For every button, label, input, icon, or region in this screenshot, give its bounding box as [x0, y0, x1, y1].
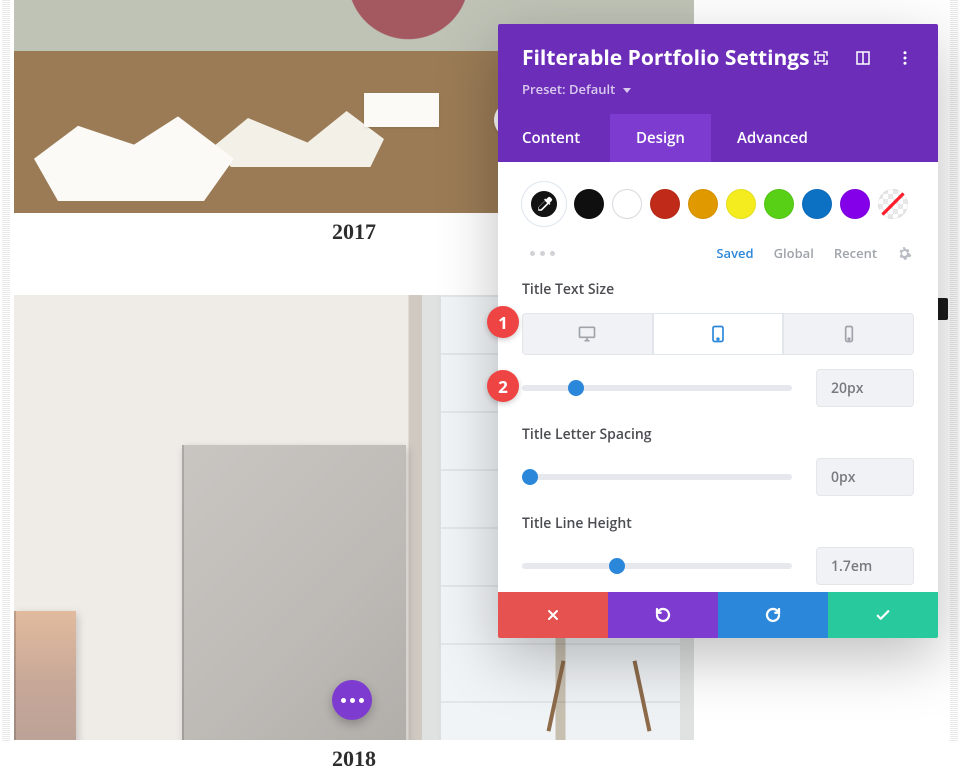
annotation-badge-1: 1	[487, 306, 519, 338]
preset-label: Preset:	[522, 80, 566, 98]
kebab-icon[interactable]	[896, 49, 914, 67]
color-swatch-black[interactable]	[574, 189, 604, 219]
more-dots-icon[interactable]	[530, 251, 555, 256]
rail-left	[2, 0, 10, 742]
colors-saved-link[interactable]: Saved	[716, 244, 753, 262]
preset-selector[interactable]: Preset: Default	[522, 80, 914, 98]
settings-panel: Filterable Portfolio Settings Preset: De…	[498, 24, 938, 638]
eyedropper-icon	[535, 195, 553, 213]
panel-title: Filterable Portfolio Settings	[522, 44, 812, 72]
check-icon	[874, 606, 892, 624]
panel-footer	[498, 592, 938, 638]
panel-header[interactable]: Filterable Portfolio Settings Preset: De…	[498, 24, 938, 114]
tab-design[interactable]: Design	[610, 114, 711, 162]
field-label: Title Line Height	[522, 514, 914, 533]
desktop-icon	[577, 324, 597, 344]
gear-icon[interactable]	[897, 246, 912, 261]
device-tablet[interactable]	[653, 313, 784, 355]
rail-right	[950, 0, 958, 742]
color-swatch-yellow[interactable]	[726, 189, 756, 219]
responsive-device-tabs	[522, 313, 914, 355]
field-title-letter-spacing: Title Letter Spacing 0px	[522, 425, 914, 496]
color-swatch-picker[interactable]	[522, 182, 566, 226]
color-swatch-transparent[interactable]	[878, 189, 908, 219]
decor	[364, 93, 439, 127]
tab-content[interactable]: Content	[498, 114, 610, 162]
save-button[interactable]	[828, 592, 938, 638]
cancel-button[interactable]	[498, 592, 608, 638]
undo-icon	[654, 606, 672, 624]
expand-icon[interactable]	[812, 49, 830, 67]
letter-spacing-slider[interactable]	[522, 469, 792, 485]
portfolio-caption-2018: 2018	[14, 746, 694, 772]
redo-icon	[764, 606, 782, 624]
field-label: Title Letter Spacing	[522, 425, 914, 444]
color-swatches	[522, 182, 914, 226]
text-size-slider[interactable]	[522, 380, 792, 396]
letter-spacing-value[interactable]: 0px	[816, 458, 914, 496]
tablet-icon	[708, 324, 728, 344]
redo-button[interactable]	[718, 592, 828, 638]
decor	[34, 107, 234, 201]
color-swatch-white[interactable]	[612, 189, 642, 219]
undo-button[interactable]	[608, 592, 718, 638]
annotation-badge-2: 2	[487, 370, 519, 402]
device-phone[interactable]	[783, 313, 914, 355]
panel-body: Saved Global Recent Title Text Size	[498, 162, 938, 592]
field-title-line-height: Title Line Height 1.7em	[522, 514, 914, 585]
color-swatch-purple[interactable]	[840, 189, 870, 219]
phone-icon	[839, 324, 859, 344]
device-desktop[interactable]	[522, 313, 653, 355]
close-icon	[545, 607, 561, 623]
tab-advanced[interactable]: Advanced	[711, 114, 834, 162]
decor-canvas	[14, 611, 76, 740]
line-height-slider[interactable]	[522, 558, 792, 574]
snap-icon[interactable]	[854, 49, 872, 67]
text-size-value[interactable]: 20px	[816, 369, 914, 407]
module-options-fab[interactable]	[332, 680, 372, 720]
field-title-text-size: Title Text Size 20px	[522, 280, 914, 407]
color-swatch-green[interactable]	[764, 189, 794, 219]
preset-value: Default	[569, 80, 615, 98]
decor-stool	[544, 646, 654, 732]
colors-global-link[interactable]: Global	[774, 244, 814, 262]
line-height-value[interactable]: 1.7em	[816, 547, 914, 585]
color-swatch-orange[interactable]	[688, 189, 718, 219]
swatch-meta-row: Saved Global Recent	[522, 244, 914, 262]
panel-tabs: Content Design Advanced	[498, 114, 938, 162]
decor	[214, 97, 384, 167]
decor-canvas	[182, 445, 406, 740]
field-label: Title Text Size	[522, 280, 914, 299]
color-swatch-red[interactable]	[650, 189, 680, 219]
caret-down-icon	[623, 88, 631, 93]
color-swatch-blue[interactable]	[802, 189, 832, 219]
colors-recent-link[interactable]: Recent	[834, 244, 877, 262]
